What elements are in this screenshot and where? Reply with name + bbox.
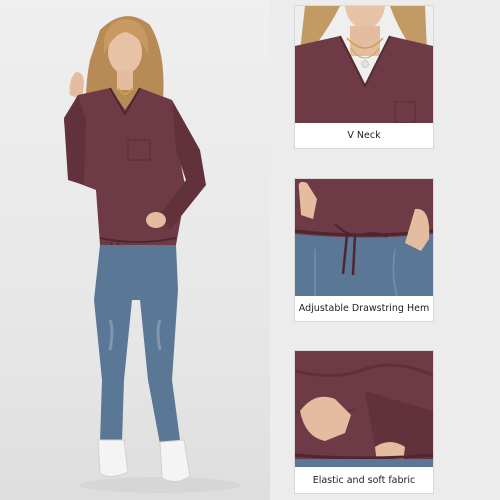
detail-panel-drawstring-hem: Adjustable Drawstring Hem <box>295 179 433 321</box>
drawstring-hem-closeup-photo <box>295 179 433 296</box>
main-product-photo <box>0 0 270 500</box>
detail-panel-v-neck: V Neck <box>295 6 433 148</box>
fabric-closeup-photo <box>295 351 433 467</box>
caption-elastic-soft-fabric: Elastic and soft fabric <box>295 467 433 493</box>
detail-panel-elastic-fabric: Elastic and soft fabric <box>295 351 433 493</box>
model-illustration <box>64 16 240 493</box>
v-neck-closeup-photo <box>295 6 433 123</box>
caption-drawstring-hem: Adjustable Drawstring Hem <box>295 296 433 321</box>
caption-v-neck: V Neck <box>295 123 433 148</box>
